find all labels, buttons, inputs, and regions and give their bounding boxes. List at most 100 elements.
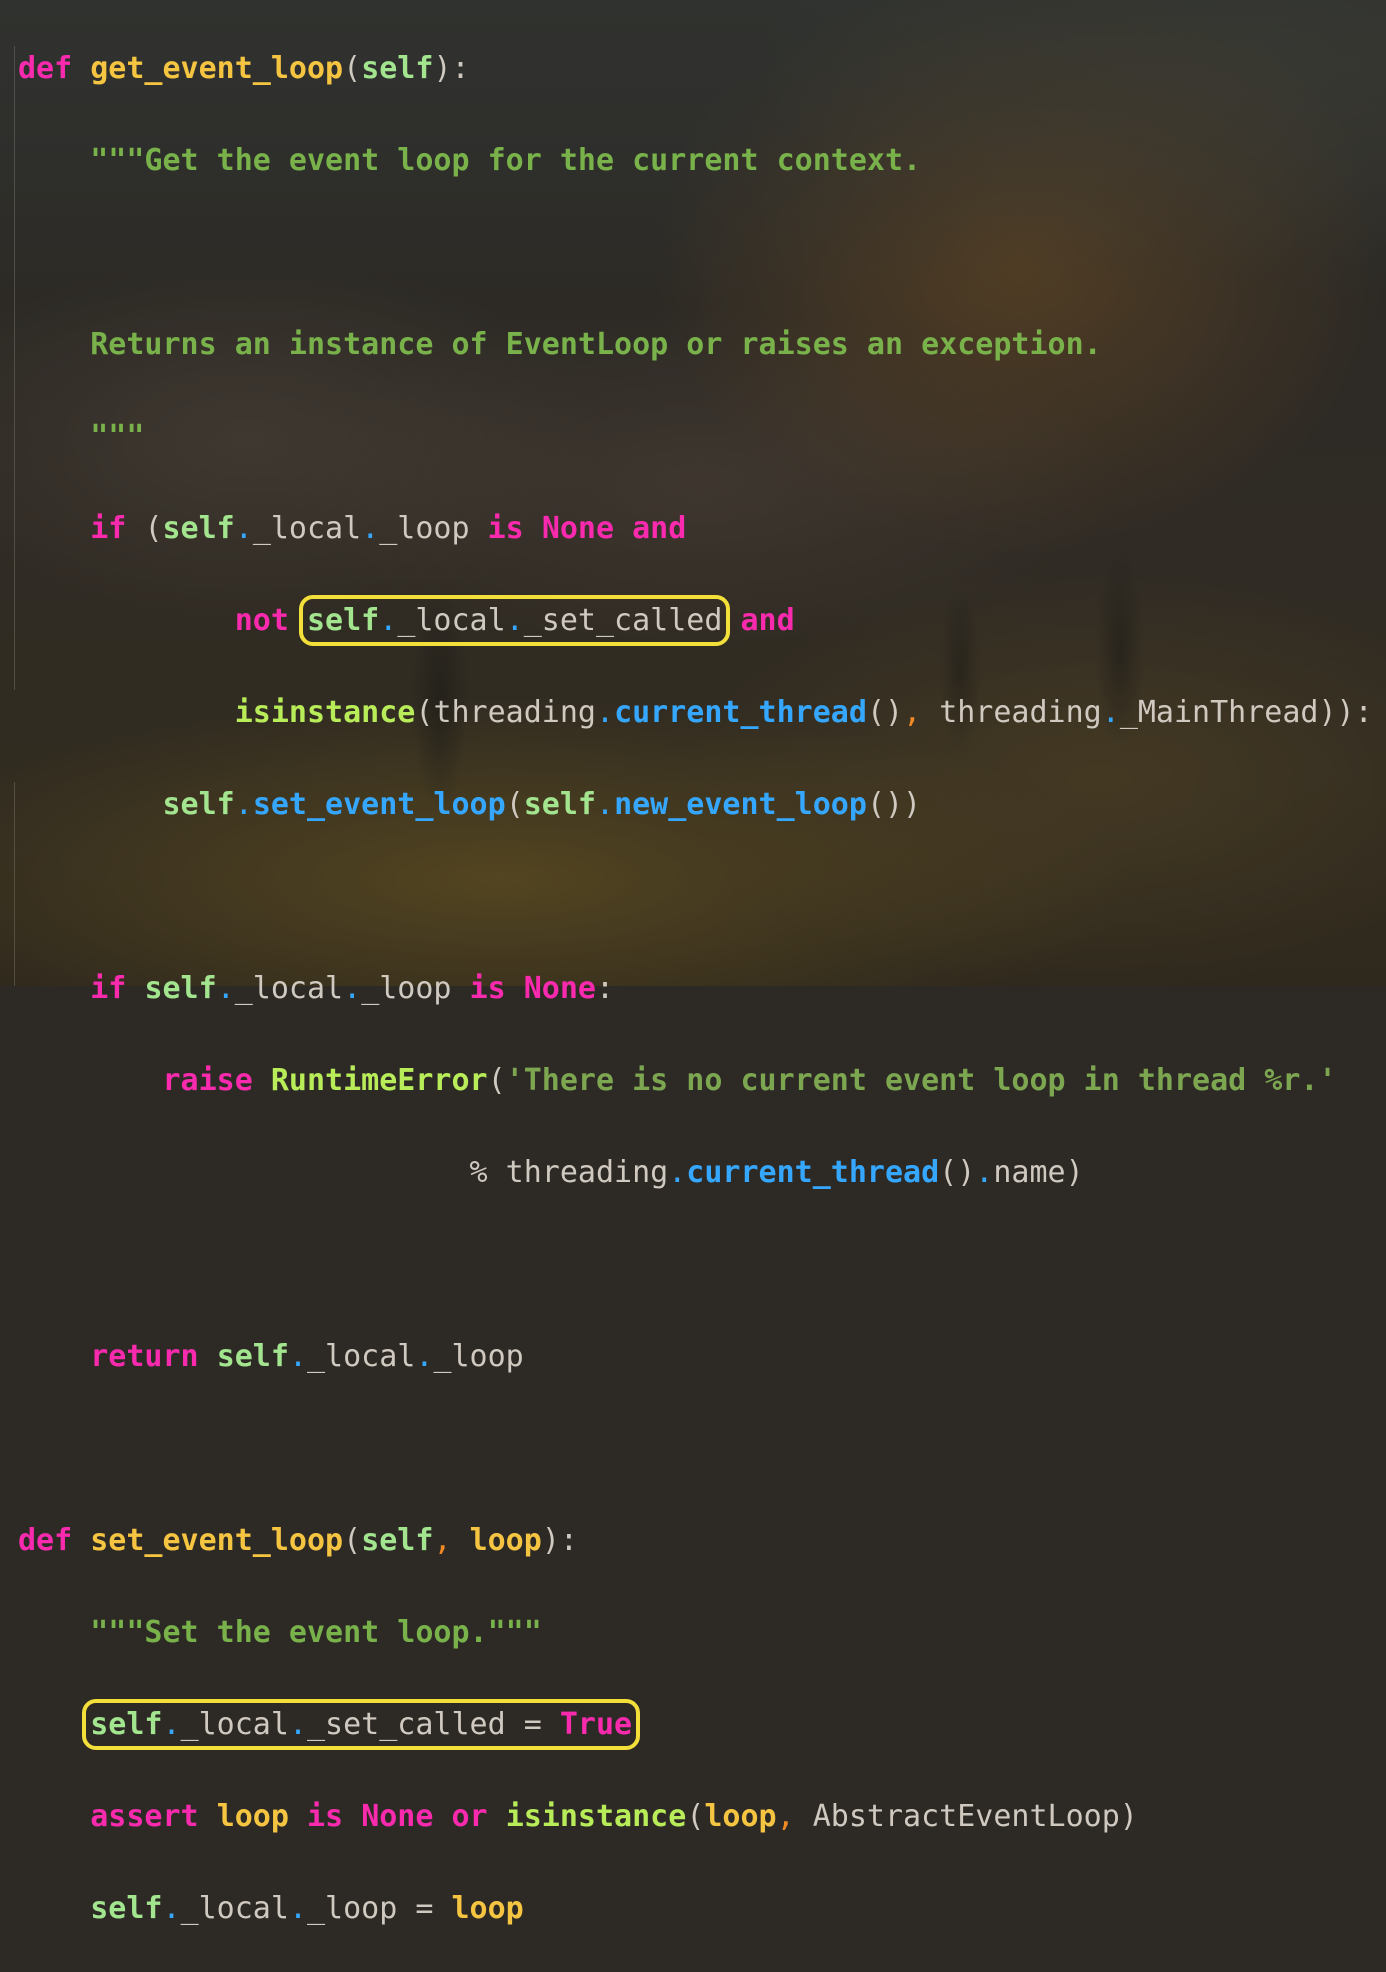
code-line-9: self.set_event_loop(self.new_event_loop(… <box>18 782 1373 828</box>
param-self: self <box>361 1523 434 1558</box>
operator: = <box>523 1707 542 1742</box>
comma: , <box>433 1523 452 1558</box>
code-editor[interactable]: def get_event_loop(self): """Get the eve… <box>18 0 1373 1972</box>
keyword-raise: raise <box>162 1063 253 1098</box>
dot: . <box>596 695 615 730</box>
method-call: new_event_loop <box>614 787 867 822</box>
code-line-15: return self._local._loop <box>18 1334 1373 1380</box>
comma: , <box>776 1799 795 1834</box>
colon: : <box>596 971 615 1006</box>
function-name: set_event_loop <box>90 1523 344 1558</box>
variable-loop: loop <box>704 1799 777 1834</box>
builtin-isinstance: isinstance <box>505 1799 687 1834</box>
code-line-19: self._local._set_called = True <box>18 1699 1373 1750</box>
dot: . <box>162 1707 181 1742</box>
code-line-17: def set_event_loop(self, loop): <box>18 1518 1373 1564</box>
paren: ) <box>1119 1799 1138 1834</box>
attribute: _loop <box>307 1891 398 1926</box>
self-ref: self <box>216 1339 289 1374</box>
docstring: """ <box>90 419 145 454</box>
variable-loop: loop <box>216 1799 289 1834</box>
comma: , <box>903 695 922 730</box>
docstring: """Get the event loop for the current co… <box>90 143 922 178</box>
paren: ( <box>343 51 362 86</box>
docstring: Returns an instance of EventLoop or rais… <box>90 327 1102 362</box>
constant-none: None <box>541 511 615 546</box>
dot: . <box>234 787 253 822</box>
attribute: _local <box>252 511 362 546</box>
attribute: _local <box>397 603 506 638</box>
attribute: _loop <box>379 511 470 546</box>
keyword-return: return <box>90 1339 199 1374</box>
keyword-if: if <box>90 971 127 1006</box>
indent-guide <box>14 782 15 986</box>
code-line-18: """Set the event loop.""" <box>18 1610 1373 1656</box>
highlight-box-set-called-check: self._local._set_called <box>298 595 731 646</box>
code-line-8: isinstance(threading.current_thread(), t… <box>18 690 1373 736</box>
dot: . <box>162 1891 181 1926</box>
code-line-20: assert loop is None or isinstance(loop, … <box>18 1794 1373 1840</box>
variable-loop: loop <box>451 1891 524 1926</box>
operator: % <box>469 1155 488 1190</box>
code-line-13: % threading.current_thread().name) <box>18 1150 1373 1196</box>
self-ref: self <box>162 511 235 546</box>
method-call: current_thread <box>686 1155 940 1190</box>
docstring: """Set the event loop.""" <box>90 1615 542 1650</box>
paren: ( <box>505 787 524 822</box>
code-line-5: """ <box>18 414 1373 460</box>
paren: ( <box>487 1063 506 1098</box>
paren: ) <box>1065 1155 1084 1190</box>
method-call: set_event_loop <box>252 787 506 822</box>
param-self: self <box>361 51 434 86</box>
keyword-assert: assert <box>90 1799 199 1834</box>
constant-none: None <box>523 971 596 1006</box>
dot: . <box>234 511 253 546</box>
self-ref: self <box>90 1707 163 1742</box>
code-line-7: not self._local._set_called and <box>18 595 1373 646</box>
self-ref: self <box>90 1891 163 1926</box>
dot: . <box>975 1155 994 1190</box>
module-name: threading <box>505 1155 669 1190</box>
keyword-is: is <box>307 1799 344 1834</box>
dot: . <box>343 971 362 1006</box>
code-line-11: if self._local._loop is None: <box>18 966 1373 1012</box>
highlight-box-set-called-assign: self._local._set_called = True <box>82 1699 641 1750</box>
param-loop: loop <box>469 1523 542 1558</box>
constant-true: True <box>559 1707 633 1742</box>
paren: ( <box>144 511 163 546</box>
keyword-is: is <box>469 971 506 1006</box>
keyword-and: and <box>632 511 687 546</box>
self-ref: self <box>307 603 380 638</box>
module-name: threading <box>939 695 1102 730</box>
paren: () <box>866 695 904 730</box>
paren: ): <box>433 51 470 86</box>
paren: ( <box>343 1523 362 1558</box>
paren: () <box>939 1155 976 1190</box>
self-ref: self <box>162 787 235 822</box>
code-line-12: raise RuntimeError('There is no current … <box>18 1058 1373 1104</box>
keyword-and: and <box>740 603 795 638</box>
builtin-isinstance: isinstance <box>234 695 416 730</box>
attribute: _local <box>234 971 344 1006</box>
paren: ( <box>686 1799 705 1834</box>
function-name: get_event_loop <box>90 51 344 86</box>
dot: . <box>288 1891 307 1926</box>
code-line-6: if (self._local._loop is None and <box>18 506 1373 552</box>
self-ref: self <box>144 971 217 1006</box>
self-ref: self <box>523 787 596 822</box>
dot: . <box>1101 695 1120 730</box>
dot: . <box>668 1155 687 1190</box>
attribute: _local <box>307 1339 416 1374</box>
attribute: _local <box>180 1891 289 1926</box>
dot: . <box>415 1339 434 1374</box>
string-literal: 'There is no current event loop in threa… <box>505 1063 1337 1098</box>
attribute: _loop <box>433 1339 524 1374</box>
module-name: threading <box>433 695 596 730</box>
dot: . <box>288 1339 307 1374</box>
dot: . <box>505 603 524 638</box>
dot: . <box>596 787 615 822</box>
